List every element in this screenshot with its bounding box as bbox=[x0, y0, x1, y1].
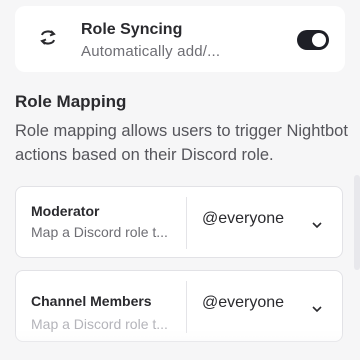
role-syncing-card: Role Syncing Automatically add/... bbox=[15, 6, 345, 72]
role-hint: Map a Discord role t... bbox=[31, 316, 168, 332]
sync-icon bbox=[39, 26, 57, 48]
role-syncing-toggle[interactable] bbox=[297, 30, 329, 50]
discord-role-select-value: @everyone bbox=[202, 294, 285, 311]
role-mapping-row-moderator: Moderator Map a Discord role t... @every… bbox=[15, 186, 343, 258]
toggle-knob bbox=[312, 33, 326, 47]
role-mapping-description: Role mapping allows users to trigger Nig… bbox=[15, 122, 348, 164]
row-divider bbox=[186, 281, 187, 333]
scrollbar[interactable] bbox=[354, 175, 360, 270]
discord-role-select-value: @everyone bbox=[202, 210, 285, 227]
chevron-down-icon bbox=[312, 216, 322, 229]
settings-page: Role Syncing Automatically add/... Role … bbox=[0, 0, 360, 360]
role-mapping-title: Role Mapping bbox=[15, 92, 127, 111]
role-name: Moderator bbox=[31, 203, 100, 219]
row-divider bbox=[186, 197, 187, 249]
role-hint: Map a Discord role t... bbox=[31, 224, 168, 240]
role-mapping-row-channel-members: Channel Members Map a Discord role t... … bbox=[15, 270, 343, 342]
discord-role-select[interactable]: @everyone bbox=[202, 205, 334, 235]
chevron-down-icon bbox=[312, 300, 322, 313]
discord-role-select[interactable]: @everyone bbox=[202, 289, 334, 319]
role-name: Channel Members bbox=[31, 293, 152, 309]
role-syncing-title: Role Syncing bbox=[81, 21, 183, 38]
role-syncing-subtitle: Automatically add/... bbox=[81, 43, 221, 60]
